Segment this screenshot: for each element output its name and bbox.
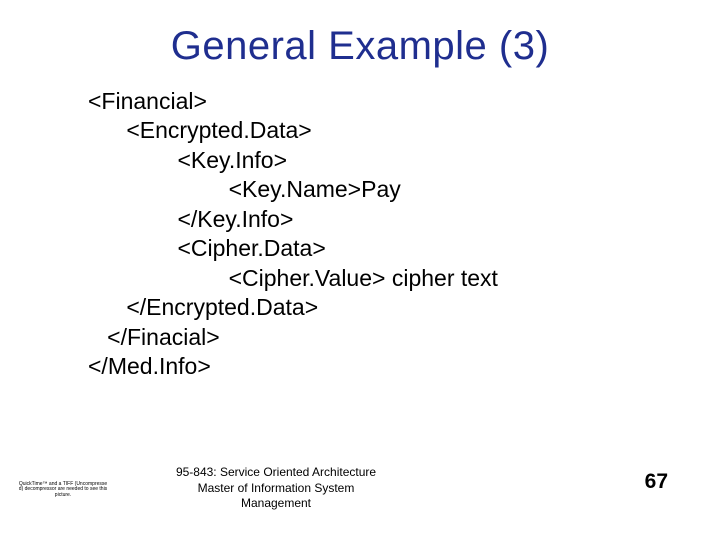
code-line: <Key.Info> [88, 146, 688, 175]
footer-micro-text: QuickTime™ and a TIFF (Uncompressed) dec… [18, 482, 108, 499]
footer-course-info: 95-843: Service Oriented Architecture Ma… [116, 465, 436, 512]
code-line: <Financial> [88, 87, 688, 116]
slide: General Example (3) <Financial> <Encrypt… [0, 0, 720, 540]
code-line: </Med.Info> [88, 352, 688, 381]
code-line: </Encrypted.Data> [88, 293, 688, 322]
footer-course: 95-843: Service Oriented Architecture [116, 465, 436, 481]
slide-title: General Example (3) [0, 0, 720, 87]
code-line: <Cipher.Value> cipher text [88, 264, 688, 293]
page-number: 67 [645, 470, 668, 494]
footer-program-line2: Management [116, 496, 436, 512]
footer-program-line1: Master of Information System [116, 481, 436, 497]
xml-code-block: <Financial> <Encrypted.Data> <Key.Info> … [0, 87, 720, 381]
code-line: </Finacial> [88, 323, 688, 352]
code-line: <Encrypted.Data> [88, 116, 688, 145]
code-line: <Key.Name>Pay [88, 175, 688, 204]
code-line: </Key.Info> [88, 205, 688, 234]
code-line: <Cipher.Data> [88, 234, 688, 263]
footer: QuickTime™ and a TIFF (Uncompressed) dec… [0, 464, 720, 520]
